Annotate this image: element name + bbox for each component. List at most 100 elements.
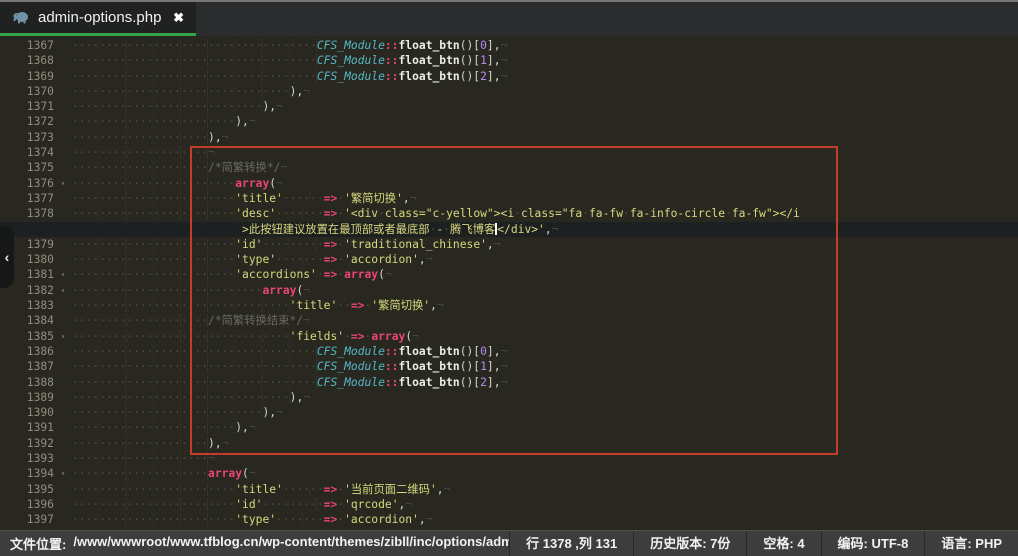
line-number: 1389 xyxy=(0,390,54,405)
code-row[interactable]: 1385▾································'fi… xyxy=(0,329,1018,344)
code-text: ························'type'·······=>·… xyxy=(72,252,433,267)
code-text: ····················¬ xyxy=(72,451,215,466)
line-number: 1392 xyxy=(0,436,54,451)
code-row[interactable]: 1397························'type'······… xyxy=(0,512,1018,527)
code-row[interactable]: 1390····························),¬ xyxy=(0,405,1018,420)
fold-spacer xyxy=(54,451,72,466)
status-item-encoding[interactable]: 编码: UTF-8 xyxy=(821,531,925,556)
code-row[interactable]: 1387 ····································… xyxy=(0,359,1018,374)
code-text: ····················),¬ xyxy=(72,436,228,451)
code-row[interactable]: 1386····································… xyxy=(0,344,1018,359)
line-number: 1367 xyxy=(0,38,54,53)
line-number: 1397 xyxy=(0,512,54,527)
line-number: 1387 xyxy=(0,359,54,374)
fold-spacer xyxy=(54,38,72,53)
code-text: ························'title'······=>·… xyxy=(72,482,450,497)
status-item-history-versions[interactable]: 历史版本: 7份 xyxy=(633,531,746,556)
code-text: ························'id'·········=>·… xyxy=(72,237,501,252)
code-row[interactable]: 1392 ····················),¬ xyxy=(0,436,1018,451)
code-row[interactable]: 1372························),¬ xyxy=(0,114,1018,129)
code-text: ····························),¬ xyxy=(72,99,283,114)
code-row[interactable]: 1367 ····································… xyxy=(0,38,1018,53)
code-row[interactable]: 1369 ····································… xyxy=(0,69,1018,84)
code-row[interactable]: 1374····················¬ xyxy=(0,145,1018,160)
fold-spacer xyxy=(54,191,72,206)
fold-spacer xyxy=(54,99,72,114)
code-text: ····························),¬ xyxy=(72,405,283,420)
line-number: 1395 xyxy=(0,482,54,497)
line-number: 1396 xyxy=(0,497,54,512)
fold-spacer xyxy=(54,359,72,374)
line-number: 1374 xyxy=(0,145,54,160)
code-lines: 1367 ····································… xyxy=(0,38,1018,528)
fold-spacer xyxy=(54,436,72,451)
code-editor[interactable]: 1367 ····································… xyxy=(0,36,1018,530)
fold-spacer xyxy=(54,375,72,390)
code-row[interactable]: 1395 ························'title'·····… xyxy=(0,482,1018,497)
code-row[interactable]: 1382▾····························array(¬ xyxy=(0,283,1018,298)
fold-arrow-icon[interactable]: ▾ xyxy=(54,329,72,344)
code-text: ························array(¬ xyxy=(72,176,283,191)
fold-spacer xyxy=(54,313,72,328)
fold-spacer xyxy=(54,344,72,359)
editor-tab-bar: admin-options.php ✖ xyxy=(0,2,1018,36)
close-icon[interactable]: ✖ xyxy=(173,11,184,24)
code-row[interactable]: 1370································),¬ xyxy=(0,84,1018,99)
code-row[interactable]: 1376▾························array(¬ xyxy=(0,176,1018,191)
fold-spacer xyxy=(54,482,72,497)
status-item-language[interactable]: 语言: PHP xyxy=(924,531,1018,556)
fold-arrow-icon[interactable]: ▾ xyxy=(54,466,72,481)
line-number: 1384 xyxy=(0,313,54,328)
code-text: ························'id'·········=>·… xyxy=(72,497,412,512)
status-bar: 文件位置: /www/wwwroot/www.tfblog.cn/wp-cont… xyxy=(0,530,1018,556)
code-row[interactable]: 1394▾····················array(¬ xyxy=(0,466,1018,481)
line-number: 1393 xyxy=(0,451,54,466)
code-text: ····································CFS_… xyxy=(72,344,507,359)
code-row[interactable]: 1383································'tit… xyxy=(0,298,1018,313)
fold-spacer xyxy=(54,145,72,160)
code-row[interactable]: 1379························'id'········… xyxy=(0,237,1018,252)
fold-spacer xyxy=(54,390,72,405)
fold-arrow-icon[interactable]: ▾ xyxy=(54,283,72,298)
line-number: 1369 xyxy=(0,69,54,84)
code-text: ····································CFS_… xyxy=(72,69,507,84)
code-row[interactable]: 1389································),¬ xyxy=(0,390,1018,405)
code-row[interactable]: 1388····································… xyxy=(0,375,1018,390)
code-row[interactable]: 1393 ····················¬ xyxy=(0,451,1018,466)
fold-spacer xyxy=(54,298,72,313)
fold-spacer xyxy=(54,405,72,420)
line-number: 1383 xyxy=(0,298,54,313)
line-number: 1375 xyxy=(0,160,54,175)
code-row[interactable]: >此按钮建议放置在最顶部或者最底部·-·腾飞博客</div>',¬ xyxy=(0,222,1018,237)
code-row[interactable]: 1377························'title'·····… xyxy=(0,191,1018,206)
code-row[interactable]: 1396 ························'id'········… xyxy=(0,497,1018,512)
code-row[interactable]: 1371····························),¬ xyxy=(0,99,1018,114)
code-row[interactable]: 1375····················/*简繁转换*/¬ xyxy=(0,160,1018,175)
fold-arrow-icon[interactable]: ▾ xyxy=(54,176,72,191)
line-number: 1370 xyxy=(0,84,54,99)
code-text: ································'fields'… xyxy=(72,329,419,344)
status-item-cursor-position[interactable]: 行 1378 ,列 131 xyxy=(509,531,633,556)
sidebar-collapse-handle[interactable]: ‹ xyxy=(0,226,14,288)
line-number: 1377 xyxy=(0,191,54,206)
code-text: ····································CFS_… xyxy=(72,38,507,53)
code-text: ····································CFS_… xyxy=(72,359,507,374)
code-row[interactable]: 1391························),¬ xyxy=(0,420,1018,435)
fold-arrow-icon[interactable]: ▾ xyxy=(54,267,72,282)
fold-spacer xyxy=(54,512,72,527)
tab-title: admin-options.php xyxy=(38,9,161,26)
code-row[interactable]: 1384 ····················/*简繁转换结束*/¬ xyxy=(0,313,1018,328)
code-row[interactable]: 1373····················),¬ xyxy=(0,130,1018,145)
code-row[interactable]: 1368····································… xyxy=(0,53,1018,68)
code-row[interactable]: 1381▾························'accordions… xyxy=(0,267,1018,282)
tab-admin-options-php[interactable]: admin-options.php ✖ xyxy=(0,2,196,36)
code-row[interactable]: 1378························'desc'······… xyxy=(0,206,1018,221)
code-text: ························'desc'·······=>·… xyxy=(72,206,800,221)
status-item-spaces[interactable]: 空格: 4 xyxy=(746,531,820,556)
line-number: 1385 xyxy=(0,329,54,344)
code-text: >此按钮建议放置在最顶部或者最底部·-·腾飞博客</div>',¬ xyxy=(72,222,558,237)
code-row[interactable]: 1380························'type'······… xyxy=(0,252,1018,267)
code-text: ························),¬ xyxy=(72,420,256,435)
code-text: ····················/*简繁转换结束*/¬ xyxy=(72,313,310,328)
fold-spacer xyxy=(54,497,72,512)
